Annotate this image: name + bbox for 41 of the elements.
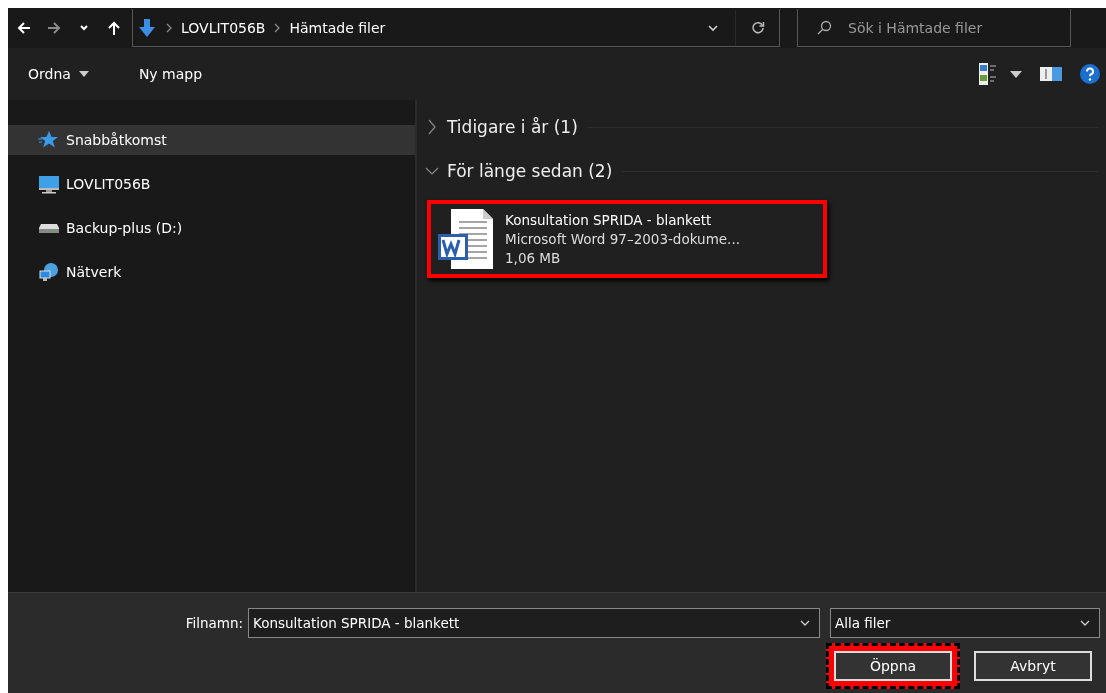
file-size: 1,06 MB [505,250,562,266]
search-box[interactable]: Sök i Hämtade filer [797,9,1071,47]
breadcrumb-item[interactable]: Hämtade filer [289,19,386,36]
file-name: Konsultation SPRIDA - blankett [505,212,713,228]
back-arrow-icon [16,20,32,36]
monitor-icon [38,174,60,194]
star-icon [38,130,60,150]
forward-arrow-icon [46,20,62,36]
filename-input[interactable]: Konsultation SPRIDA - blankett [253,615,799,631]
filename-label: Filnamn: [185,615,243,631]
search-icon [816,19,832,36]
file-type-dropdown[interactable]: Alla filer [830,608,1100,638]
new-folder-button[interactable]: Ny mapp [132,58,209,90]
chevron-right-icon [165,22,173,33]
network-icon [38,262,60,282]
refresh-icon [750,20,765,35]
download-arrow-icon [137,17,157,38]
chevron-down-icon [425,166,439,176]
search-input[interactable]: Sök i Hämtade filer [846,18,1050,37]
organize-menu-button[interactable]: Ordna [22,58,95,90]
cancel-button[interactable]: Avbryt [974,651,1092,681]
sidebar-item[interactable]: Snabbåtkomst [8,125,415,155]
caret-icon [1010,70,1022,78]
chevron-right-icon [273,22,282,33]
preview-pane-icon [1040,66,1062,82]
caret-icon [78,71,89,77]
word-document-icon [435,208,495,270]
breadcrumb-item[interactable]: LOVLIT056B [181,19,266,36]
filename-combo-box[interactable]: Konsultation SPRIDA - blankett [248,608,820,638]
address-bar[interactable]: LOVLIT056B Hämtade filer [132,9,780,47]
sidebar-item[interactable]: LOVLIT056B [8,169,415,199]
open-button[interactable]: Öppna [834,651,952,681]
group-header[interactable]: För länge sedan (2) [425,161,613,181]
sidebar-item[interactable]: Nätverk [8,257,415,287]
help-icon [1080,64,1100,84]
group-header[interactable]: Tidigare i år (1) [425,117,578,137]
drive-icon [39,223,59,233]
file-item[interactable]: Konsultation SPRIDA - blankett Microsoft Word 97–2003-dokume... 1,06 MB [427,200,827,278]
file-type: Microsoft Word 97–2003-dokume... [505,231,740,247]
up-arrow-icon [106,20,122,36]
sidebar-item[interactable]: Backup-plus (D:) [8,213,415,243]
